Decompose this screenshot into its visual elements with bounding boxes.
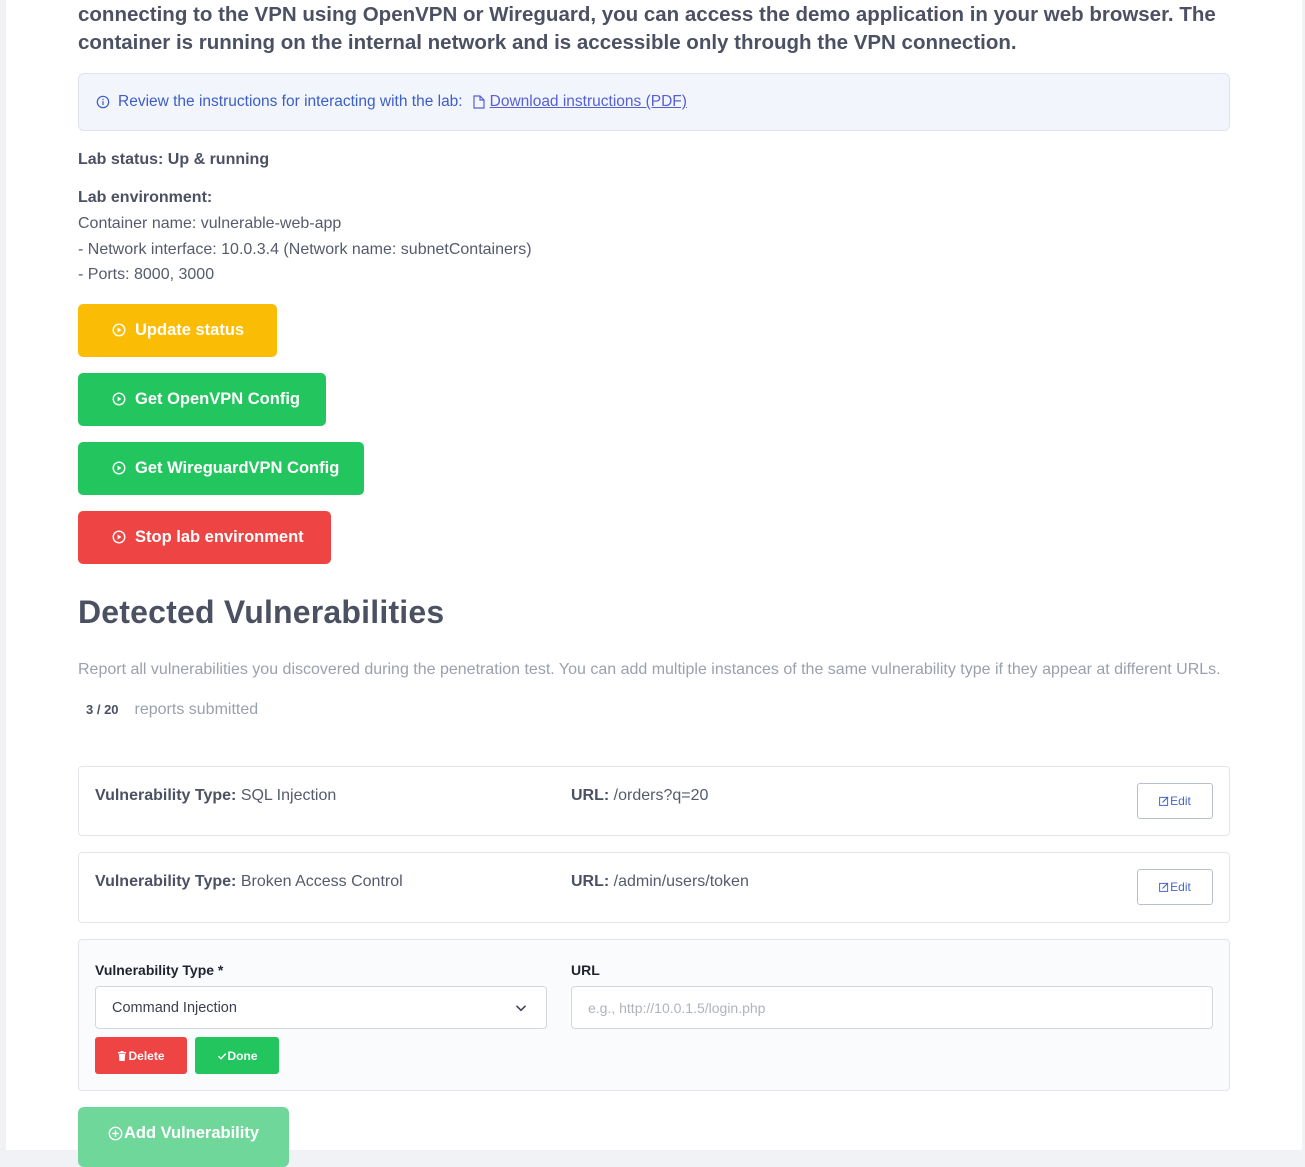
delete-label: Delete xyxy=(128,1048,165,1063)
stop-lab-label: Stop lab environment xyxy=(135,527,304,546)
edit-label: Edit xyxy=(1170,880,1191,894)
report-count-label: reports submitted xyxy=(134,700,259,718)
done-label: Done xyxy=(227,1048,258,1063)
vulnerability-type: Vulnerability Type: Broken Access Contro… xyxy=(95,873,403,891)
main-content: connecting to the VPN using OpenVPN or W… xyxy=(78,0,1230,1167)
file-icon xyxy=(473,95,485,109)
play-circle-icon xyxy=(112,323,126,337)
vulnerability-type-label: Vulnerability Type: xyxy=(95,787,237,804)
instructions-info-box: Review the instructions for interacting … xyxy=(78,73,1230,131)
vulnerability-type: Vulnerability Type: SQL Injection xyxy=(95,787,336,805)
get-openvpn-config-label: Get OpenVPN Config xyxy=(135,389,300,408)
page: connecting to the VPN using OpenVPN or W… xyxy=(6,0,1302,1167)
url-field-label: URL xyxy=(571,962,600,978)
play-circle-icon xyxy=(112,392,126,406)
edit-icon xyxy=(1159,882,1169,892)
add-vulnerability-button[interactable]: Add Vulnerability xyxy=(78,1107,289,1167)
update-status-button[interactable]: Update status xyxy=(78,303,277,357)
url-input[interactable] xyxy=(571,986,1213,1029)
intro-text: connecting to the VPN using OpenVPN or W… xyxy=(78,3,1216,54)
delete-button[interactable]: Delete xyxy=(95,1037,187,1074)
vulnerability-url-label: URL: xyxy=(571,787,610,804)
stop-lab-button[interactable]: Stop lab environment xyxy=(78,510,331,564)
vulnerability-type-field-label: Vulnerability Type * xyxy=(95,962,224,978)
update-status-label: Update status xyxy=(135,320,245,339)
edit-icon xyxy=(1159,796,1169,806)
edit-button[interactable]: Edit xyxy=(1137,783,1213,819)
report-count: 3 / 20 xyxy=(86,702,119,717)
vulnerability-card: Vulnerability Type: Broken Access Contro… xyxy=(78,852,1230,923)
vulnerabilities-heading: Detected Vulnerabilities xyxy=(78,593,445,630)
play-circle-icon xyxy=(112,461,126,475)
edit-button[interactable]: Edit xyxy=(1137,869,1213,905)
done-button[interactable]: Done xyxy=(195,1037,279,1074)
report-count-row: 3 / 20 reports submitted xyxy=(78,699,1230,721)
get-wireguard-config-label: Get WireguardVPN Config xyxy=(135,458,340,477)
info-icon xyxy=(96,95,110,109)
get-wireguard-config-button[interactable]: Get WireguardVPN Config xyxy=(78,441,364,495)
vulnerability-type-select[interactable]: Command Injection xyxy=(95,986,547,1029)
vulnerability-type-selected: Command Injection xyxy=(112,999,237,1016)
env-line-network: - Network interface: 10.0.3.4 (Network n… xyxy=(78,240,532,258)
info-text: Review the instructions for interacting … xyxy=(118,93,463,110)
vulnerability-url-value: /admin/users/token xyxy=(613,873,749,890)
vulnerability-url-value: /orders?q=20 xyxy=(613,787,709,804)
vulnerability-type-label: Vulnerability Type: xyxy=(95,873,237,890)
add-vulnerability-label: Add Vulnerability xyxy=(123,1124,260,1142)
edit-label: Edit xyxy=(1170,794,1191,808)
plus-circle-icon xyxy=(108,1126,123,1141)
vulnerability-card: Vulnerability Type: SQL Injection URL: /… xyxy=(78,766,1230,836)
get-openvpn-config-button[interactable]: Get OpenVPN Config xyxy=(78,372,326,426)
download-instructions-link[interactable]: Download instructions (PDF) xyxy=(490,93,687,111)
trash-icon xyxy=(118,1050,127,1061)
vulnerability-url: URL: /orders?q=20 xyxy=(571,787,708,805)
vulnerabilities-description: Report all vulnerabilities you discovere… xyxy=(78,660,1221,678)
play-circle-icon xyxy=(112,530,126,544)
vulnerability-url: URL: /admin/users/token xyxy=(571,873,749,891)
chevron-down-icon xyxy=(515,1005,527,1012)
env-line-container: Container name: vulnerable-web-app xyxy=(78,215,342,232)
vulnerability-type-value: Broken Access Control xyxy=(240,873,403,890)
lab-environment-heading: Lab environment: xyxy=(78,189,213,206)
vulnerability-type-value: SQL Injection xyxy=(240,787,337,804)
new-vulnerability-form: Vulnerability Type * Command Injection U… xyxy=(78,939,1230,1091)
vulnerability-url-label: URL: xyxy=(571,873,610,890)
env-line-ports: - Ports: 8000, 3000 xyxy=(78,266,215,283)
check-icon xyxy=(217,1052,226,1060)
lab-status: Lab status: Up & running xyxy=(78,151,270,168)
